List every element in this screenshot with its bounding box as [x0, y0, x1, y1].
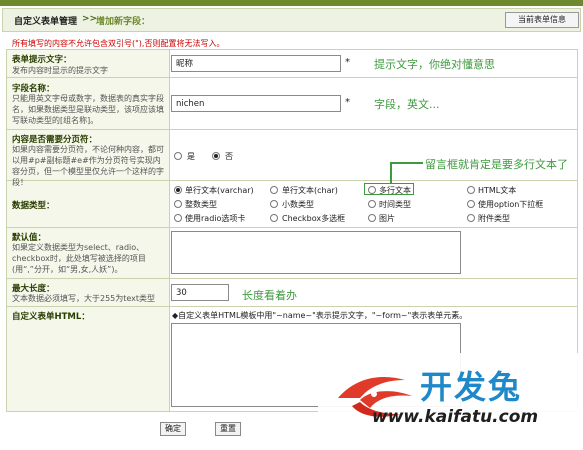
annotation-maxlen: 长度看着办	[242, 289, 297, 302]
datatype-option-select-radio[interactable]	[467, 200, 475, 208]
field-name-desc: 只能用英文字母或数字，数据表的真实字段名，如果数据类型是联动类型，该项应该填写联…	[12, 94, 164, 125]
datatype-option-datetime-radio[interactable]	[368, 200, 376, 208]
datatype-option-int: 整数类型	[185, 200, 217, 209]
breadcrumb-separator: >>	[82, 14, 98, 24]
row-divider	[6, 306, 578, 307]
reset-button[interactable]: 重置	[215, 422, 241, 436]
annotation-prompt: 提示文字，你绝对懂意思	[374, 58, 495, 71]
default-value-textarea[interactable]	[171, 231, 461, 274]
datatype-option-image: 图片	[379, 214, 395, 223]
page-subtitle: 增加新字段：	[96, 17, 151, 27]
datatype-option-attachment-radio[interactable]	[467, 214, 475, 222]
row-divider	[6, 227, 578, 228]
datatype-option-char-radio[interactable]	[270, 186, 278, 194]
page-title: 自定义表单管理	[14, 17, 78, 27]
annotation-pointer-vertical	[390, 162, 392, 183]
default-desc: 如果定义数据类型为select、radio、checkbox时，此处填写被选择的…	[12, 243, 146, 274]
top-accent-bar	[0, 0, 583, 6]
datatype-option-attachment: 附件类型	[478, 214, 510, 223]
column-divider	[169, 49, 170, 411]
datatype-option-select: 使用option下拉框	[478, 200, 544, 209]
maxlen-desc: 文本数据必须填写，大于255为text类型	[12, 294, 156, 303]
datatype-option-varchar-radio[interactable]	[174, 186, 182, 194]
paging-no-radio[interactable]	[212, 152, 220, 160]
datatype-option-textarea: 多行文本	[379, 186, 411, 195]
paging-no-label: 否	[225, 152, 233, 161]
prompt-label: 表单提示文字：	[12, 55, 72, 65]
required-mark: *	[345, 97, 350, 108]
html-hint: ◆自定义表单HTML模板中用"~name~"表示提示文字，"~form~"表示表…	[172, 311, 468, 320]
datatype-option-checkbox-radio[interactable]	[270, 214, 278, 222]
datatype-option-image-radio[interactable]	[368, 214, 376, 222]
paging-yes-label: 是	[187, 152, 195, 161]
watermark-brand: 开发兔	[420, 368, 523, 406]
datatype-option-html: HTML文本	[478, 186, 517, 195]
maxlen-input[interactable]: 30	[171, 284, 229, 301]
datatype-option-varchar: 单行文本(varchar)	[185, 186, 254, 195]
current-form-info-button[interactable]: 当前表单信息	[505, 12, 579, 28]
row-divider	[6, 49, 578, 50]
notice-text: 所有填写的内容不允许包含双引号("),否则配置将无法写入。	[12, 39, 225, 48]
watermark-url: www.kaifatu.com	[372, 407, 539, 427]
annotation-pointer-horizontal	[390, 162, 423, 164]
row-divider	[6, 77, 578, 78]
confirm-button[interactable]: 确定	[160, 422, 186, 436]
paging-yes-radio[interactable]	[174, 152, 182, 160]
datatype-option-char: 单行文本(char)	[282, 186, 338, 195]
prompt-desc: 发布内容时显示的提示文字	[12, 66, 108, 75]
row-divider	[6, 129, 578, 130]
datatype-option-datetime: 时间类型	[379, 200, 411, 209]
row-divider	[6, 278, 578, 279]
required-mark: *	[345, 57, 350, 68]
datatype-option-checkbox: Checkbox多选框	[282, 214, 346, 223]
paging-desc: 如果内容需要分页符，不论何种内容，都可以用#p#副标题#e#作为分页符号实现内容…	[12, 145, 164, 187]
datatype-option-radio: 使用radio选项卡	[185, 214, 246, 223]
datatype-option-textarea-radio[interactable]	[368, 186, 376, 194]
datatype-option-int-radio[interactable]	[174, 200, 182, 208]
datatype-label: 数据类型：	[12, 201, 55, 211]
annotation-field-name: 字段，英文...	[374, 98, 440, 111]
prompt-input[interactable]: 昵称	[171, 55, 341, 72]
html-label: 自定义表单HTML：	[12, 312, 90, 322]
datatype-option-html-radio[interactable]	[467, 186, 475, 194]
datatype-option-float: 小数类型	[282, 200, 314, 209]
label-cell-html	[6, 307, 169, 411]
annotation-datatype: 留言框就肯定是要多行文本了	[425, 158, 568, 171]
datatype-option-radio-radio[interactable]	[174, 214, 182, 222]
table-border-left	[6, 49, 7, 411]
field-name-input[interactable]: nichen	[171, 95, 341, 112]
datatype-option-float-radio[interactable]	[270, 200, 278, 208]
